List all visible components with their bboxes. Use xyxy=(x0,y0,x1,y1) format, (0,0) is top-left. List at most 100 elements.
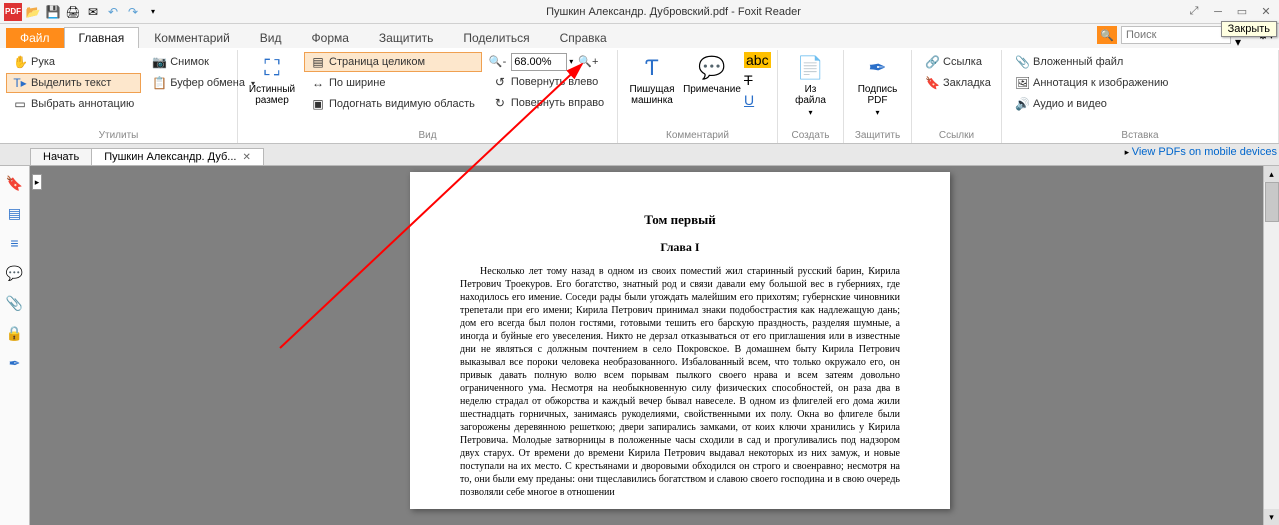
speaker-icon: 🔊 xyxy=(1015,97,1029,111)
pages-icon[interactable]: ▤ xyxy=(6,204,24,222)
underline-icon[interactable]: U xyxy=(744,92,771,108)
rotate-left-icon: ↺ xyxy=(493,75,507,89)
text-select-icon: Т▸ xyxy=(13,76,27,90)
save-icon[interactable]: 💾 xyxy=(44,3,62,21)
start-tab-label: Начать xyxy=(43,151,79,163)
tab-form[interactable]: Форма xyxy=(297,27,364,48)
find-button-icon[interactable]: 🔍 xyxy=(1097,26,1117,44)
pen-icon: ✒ xyxy=(868,54,886,82)
signatures-icon[interactable]: ✒ xyxy=(6,354,24,372)
email-icon[interactable]: ✉ xyxy=(84,3,102,21)
link-label: Ссылка xyxy=(943,56,982,68)
fit-visible-label: Подогнать видимую область xyxy=(329,98,475,110)
document-tab[interactable]: Пушкин Александр. Дуб... ✕ xyxy=(91,148,264,165)
rotate-right-label: Повернуть вправо xyxy=(511,97,604,109)
sign-button[interactable]: ✒Подпись PDF▾ xyxy=(850,52,905,119)
ribbon-min-icon[interactable]: ⤢ xyxy=(1185,5,1203,19)
group-insert: 📎Вложенный файл 🖼Аннотация к изображению… xyxy=(1002,50,1279,143)
hand-label: Рука xyxy=(31,56,55,68)
search-input[interactable] xyxy=(1121,26,1231,44)
page-body-text: Несколько лет тому назад в одном из свои… xyxy=(460,265,900,499)
image-annot-button[interactable]: 🖼Аннотация к изображению xyxy=(1008,73,1175,93)
promo-banner[interactable]: ▸ View PDFs on mobile devices xyxy=(1125,146,1277,158)
page-volume-title: Том первый xyxy=(460,212,900,228)
select-annot-button[interactable]: ▭Выбрать аннотацию xyxy=(6,94,141,114)
print-icon[interactable]: 🖨 xyxy=(64,3,82,21)
vertical-scrollbar[interactable]: ▴ ▾ xyxy=(1263,166,1279,525)
scroll-down-icon[interactable]: ▾ xyxy=(1264,509,1279,525)
typewriter-button[interactable]: ƬПишущая машинка xyxy=(624,52,680,108)
security-icon[interactable]: 🔒 xyxy=(6,324,24,342)
attach-button[interactable]: 📎Вложенный файл xyxy=(1008,52,1175,72)
select-text-button[interactable]: Т▸Выделить текст xyxy=(6,73,141,93)
scroll-up-icon[interactable]: ▴ xyxy=(1264,166,1279,182)
fit-width-button[interactable]: ↔По ширине xyxy=(304,73,482,93)
image-annot-label: Аннотация к изображению xyxy=(1033,77,1168,89)
pdf-icon: PDF xyxy=(4,3,22,21)
group-links: 🔗Ссылка 🔖Закладка Ссылки xyxy=(912,50,1002,143)
bookmarks-icon[interactable]: 🔖 xyxy=(6,174,24,192)
redo-icon[interactable]: ↷ xyxy=(124,3,142,21)
fit-visible-button[interactable]: ▣Подогнать видимую область xyxy=(304,94,482,114)
title-bar: PDF 📂 💾 🖨 ✉ ↶ ↷ ▾ Пушкин Александр. Дубр… xyxy=(0,0,1279,24)
tab-share[interactable]: Поделиться xyxy=(448,27,544,48)
group-utilities-label: Утилиты xyxy=(6,128,231,143)
qat-dropdown-icon[interactable]: ▾ xyxy=(144,3,162,21)
tab-help[interactable]: Справка xyxy=(545,27,622,48)
promo-link[interactable]: View PDFs on mobile devices xyxy=(1132,146,1277,158)
from-file-button[interactable]: 📄Из файла▾ xyxy=(784,52,837,119)
maximize-icon[interactable]: ▭ xyxy=(1233,5,1251,19)
undo-icon[interactable]: ↶ xyxy=(104,3,122,21)
scroll-thumb[interactable] xyxy=(1265,182,1279,222)
hand-tool-button[interactable]: ✋Рука xyxy=(6,52,141,72)
window-controls: ⤢ ─ ▭ ✕ Закрыть xyxy=(1185,5,1275,19)
bookmark-button[interactable]: 🔖Закладка xyxy=(918,73,998,93)
rotate-right-icon: ↻ xyxy=(493,96,507,110)
ribbon: ✋Рука Т▸Выделить текст ▭Выбрать аннотаци… xyxy=(0,48,1279,144)
attach-label: Вложенный файл xyxy=(1033,56,1123,68)
fit-width-icon: ↔ xyxy=(311,76,325,90)
tab-file[interactable]: Файл xyxy=(6,28,64,48)
rotate-left-button[interactable]: ↺Повернуть влево xyxy=(486,72,611,92)
fit-page-button[interactable]: ▤Страница целиком xyxy=(304,52,482,72)
start-tab[interactable]: Начать xyxy=(30,148,92,165)
comments-icon[interactable]: 💬 xyxy=(6,264,24,282)
zoom-input[interactable] xyxy=(511,53,567,71)
tab-view[interactable]: Вид xyxy=(245,27,297,48)
snapshot-label: Снимок xyxy=(170,56,209,68)
sign-label: Подпись PDF xyxy=(856,84,899,106)
layers-icon[interactable]: ≡ xyxy=(6,234,24,252)
zoom-out-icon: 🔍- xyxy=(489,55,506,68)
zoom-dropdown-icon[interactable]: ▾ xyxy=(569,57,573,66)
pdf-page: Том первый Глава I Несколько лет тому на… xyxy=(410,172,950,509)
rotate-right-button[interactable]: ↻ Повернуть вправо xyxy=(486,93,611,113)
clipboard-icon: 📋 xyxy=(152,76,166,90)
av-button[interactable]: 🔊Аудио и видео xyxy=(1008,94,1175,114)
close-icon[interactable]: ✕ xyxy=(1257,5,1275,19)
group-insert-label: Вставка xyxy=(1008,128,1272,143)
close-tooltip: Закрыть xyxy=(1221,21,1277,37)
group-utilities: ✋Рука Т▸Выделить текст ▭Выбрать аннотаци… xyxy=(0,50,238,143)
pane-collapse-handle[interactable]: ▸ xyxy=(32,174,42,190)
minimize-icon[interactable]: ─ xyxy=(1209,5,1227,19)
document-canvas[interactable]: ▸ Том первый Глава I Несколько лет тому … xyxy=(30,166,1279,525)
zoom-out-button[interactable]: 🔍- xyxy=(486,52,509,71)
ribbon-tab-bar: Файл Главная Комментарий Вид Форма Защит… xyxy=(0,24,1279,48)
typewriter-label: Пишущая машинка xyxy=(630,84,675,106)
open-icon[interactable]: 📂 xyxy=(24,3,42,21)
link-button[interactable]: 🔗Ссылка xyxy=(918,52,998,72)
quick-access-toolbar: PDF 📂 💾 🖨 ✉ ↶ ↷ ▾ xyxy=(4,3,162,21)
tab-main[interactable]: Главная xyxy=(64,27,140,48)
note-button[interactable]: 💬Примечание xyxy=(684,52,740,97)
strike-icon[interactable]: T xyxy=(744,72,771,88)
highlight-icon[interactable]: abc xyxy=(744,52,771,68)
tab-comment[interactable]: Комментарий xyxy=(139,27,245,48)
actual-size-button[interactable]: ⛶ Истинный размер xyxy=(244,52,300,108)
close-tab-icon[interactable]: ✕ xyxy=(242,152,250,163)
tab-protect[interactable]: Защитить xyxy=(364,27,448,48)
document-tab-label: Пушкин Александр. Дуб... xyxy=(104,151,236,163)
camera-icon: 📷 xyxy=(152,55,166,69)
attachments-icon[interactable]: 📎 xyxy=(6,294,24,312)
zoom-in-button[interactable]: 🔍+ xyxy=(575,52,601,71)
fit-page-icon: ▤ xyxy=(311,55,325,69)
